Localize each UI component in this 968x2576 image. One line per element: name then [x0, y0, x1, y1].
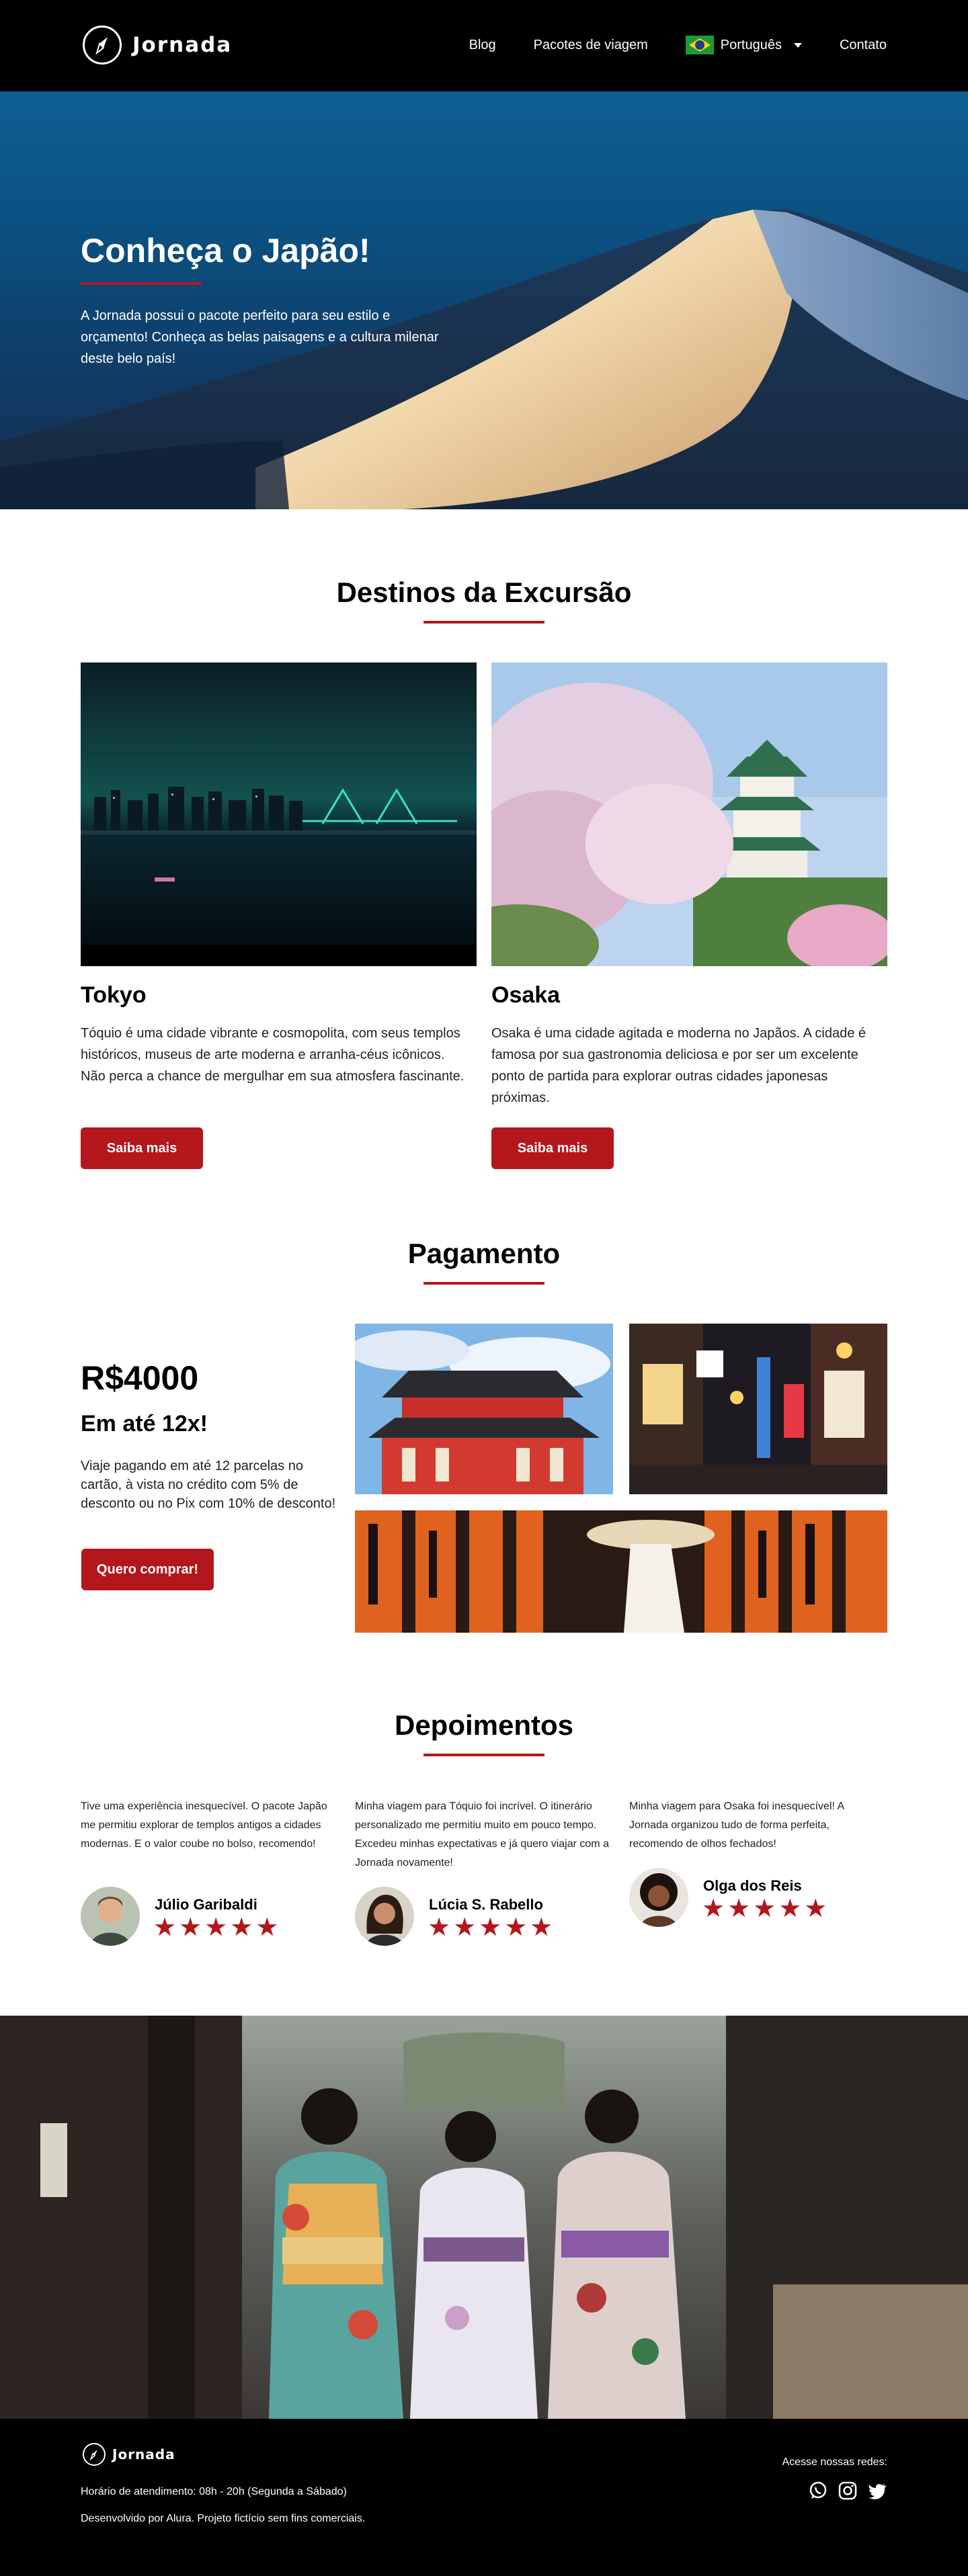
price: R$4000 — [81, 1359, 199, 1397]
compass-icon — [83, 2443, 106, 2466]
whatsapp-icon[interactable] — [808, 2481, 828, 2501]
nav-contact[interactable]: Contato — [840, 38, 887, 53]
twitter-icon[interactable] — [867, 2481, 887, 2501]
language-label: Português — [720, 37, 782, 52]
testimonial-text-2: Minha viagem para Tóquio foi incrível. O… — [355, 1801, 609, 1869]
tokyo-title: Tokyo — [81, 982, 147, 1008]
osaka-description: Osaka é uma cidade agitada e moderna no … — [491, 1026, 866, 1105]
destinations-title: Destinos da Excursão — [336, 576, 632, 608]
testimonials-title: Depoimentos — [394, 1709, 574, 1741]
footer-credit: Desenvolvido por Alura. Projeto fictício… — [81, 2513, 366, 2524]
rating-stars-3: ★★★★★ — [702, 1895, 830, 1923]
testimonial-name-3: Olga dos Reis — [703, 1877, 802, 1894]
nav-packages[interactable]: Pacotes de viagem — [534, 38, 648, 53]
main-nav: Blog Pacotes de viagem Português Contato — [469, 36, 887, 54]
logo[interactable]: Jornada — [83, 26, 232, 65]
hero-text: A Jornada possui o pacote perfeito para … — [81, 308, 439, 366]
osaka-title: Osaka — [491, 982, 561, 1008]
kimono-street-image — [0, 2016, 968, 2419]
destinations-title-underline — [424, 621, 544, 624]
brazil-flag-icon — [685, 36, 714, 54]
nav-blog[interactable]: Blog — [469, 38, 496, 53]
payment-title: Pagamento — [407, 1238, 561, 1269]
mount-fuji-image — [0, 209, 968, 509]
rating-stars-1: ★★★★★ — [153, 1914, 282, 1942]
buy-button[interactable]: Quero comprar! — [81, 1549, 214, 1590]
testimonial-name-1: Júlio Garibaldi — [155, 1896, 257, 1913]
testimonial-text-1: Tive uma experiência inesquecível. O pac… — [81, 1801, 327, 1850]
language-selector[interactable]: Português — [685, 36, 802, 54]
avatar-julio — [81, 1887, 140, 1946]
hero-title: Conheça o Japão! — [81, 232, 370, 269]
avatar-lucia — [355, 1887, 414, 1946]
installments: Em até 12x! — [81, 1411, 208, 1436]
instagram-icon[interactable] — [838, 2481, 858, 2501]
osaka-image — [491, 662, 887, 966]
site-footer: Jornada Horário de atendimento: 08h - 20… — [0, 2419, 968, 2576]
compass-icon — [83, 26, 122, 65]
site-header: Jornada Blog Pacotes de viagem Português… — [0, 0, 968, 91]
footer-brand: Jornada — [112, 2446, 175, 2462]
testimonials-title-underline — [424, 1754, 544, 1756]
torii-path-image — [355, 1510, 887, 1633]
brand-name: Jornada — [132, 33, 233, 57]
rating-stars-2: ★★★★★ — [428, 1914, 556, 1942]
social-icons — [808, 2481, 887, 2501]
payment-description: Viaje pagando em até 12 parcelas no cart… — [81, 1459, 336, 1511]
night-street-image — [629, 1324, 887, 1494]
testimonial-text-3: Minha viagem para Osaka foi inesquecível… — [629, 1801, 844, 1850]
payment-title-underline — [424, 1282, 544, 1285]
footer-logo[interactable]: Jornada — [83, 2443, 175, 2466]
testimonial-name-2: Lúcia S. Rabello — [429, 1896, 543, 1913]
tokyo-more-button[interactable]: Saiba mais — [81, 1127, 203, 1169]
caret-down-icon — [793, 42, 802, 48]
tokyo-image — [81, 662, 477, 966]
hero-title-underline — [81, 282, 202, 285]
tokyo-description: Tóquio é uma cidade vibrante e cosmopoli… — [81, 1026, 465, 1084]
osaka-more-button[interactable]: Saiba mais — [491, 1127, 614, 1169]
footer-hours: Horário de atendimento: 08h - 20h (Segun… — [81, 2486, 347, 2497]
hero-banner: Conheça o Japão! A Jornada possui o paco… — [0, 91, 968, 509]
shrine-image — [355, 1324, 613, 1494]
avatar-olga — [629, 1868, 688, 1927]
social-label: Acesse nossas redes: — [782, 2456, 887, 2468]
